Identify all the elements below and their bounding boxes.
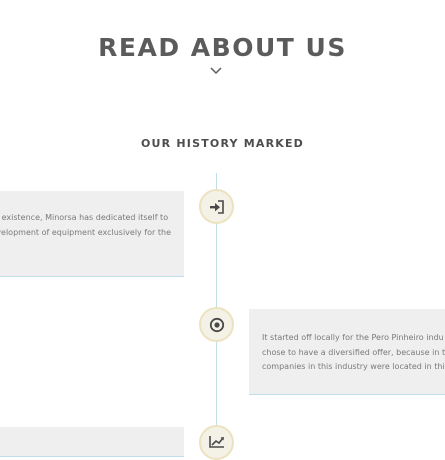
history-card-2: It started off locally for the Pero Pinh… — [249, 309, 445, 395]
history-card-2-line-1: It started off locally for the Pero Pinh… — [262, 333, 444, 342]
target-icon — [209, 317, 225, 333]
sign-in-icon — [209, 199, 225, 214]
page-title: READ ABOUT US — [98, 32, 347, 62]
chevron-down-icon[interactable] — [208, 64, 224, 76]
history-card-1-line-2: evelopment of equipment exclusively for … — [0, 227, 171, 237]
history-card-3 — [0, 427, 184, 457]
timeline-marker-2 — [199, 307, 234, 342]
history-card-2-line-3: companies in this industry were located … — [262, 362, 445, 371]
history-card-2-line-2: chose to have a diversified offer, becau… — [262, 347, 445, 357]
chart-line-icon — [208, 435, 226, 449]
history-card-1-line-1: of existence, Minorsa has dedicated itse… — [0, 213, 169, 222]
timeline-marker-1 — [199, 189, 234, 224]
section-title: OUR HISTORY MARKED — [140, 137, 305, 150]
history-card-1: of existence, Minorsa has dedicated itse… — [0, 191, 184, 277]
timeline-marker-3 — [199, 425, 234, 460]
history-card-1-line-3: ry. — [0, 240, 171, 255]
